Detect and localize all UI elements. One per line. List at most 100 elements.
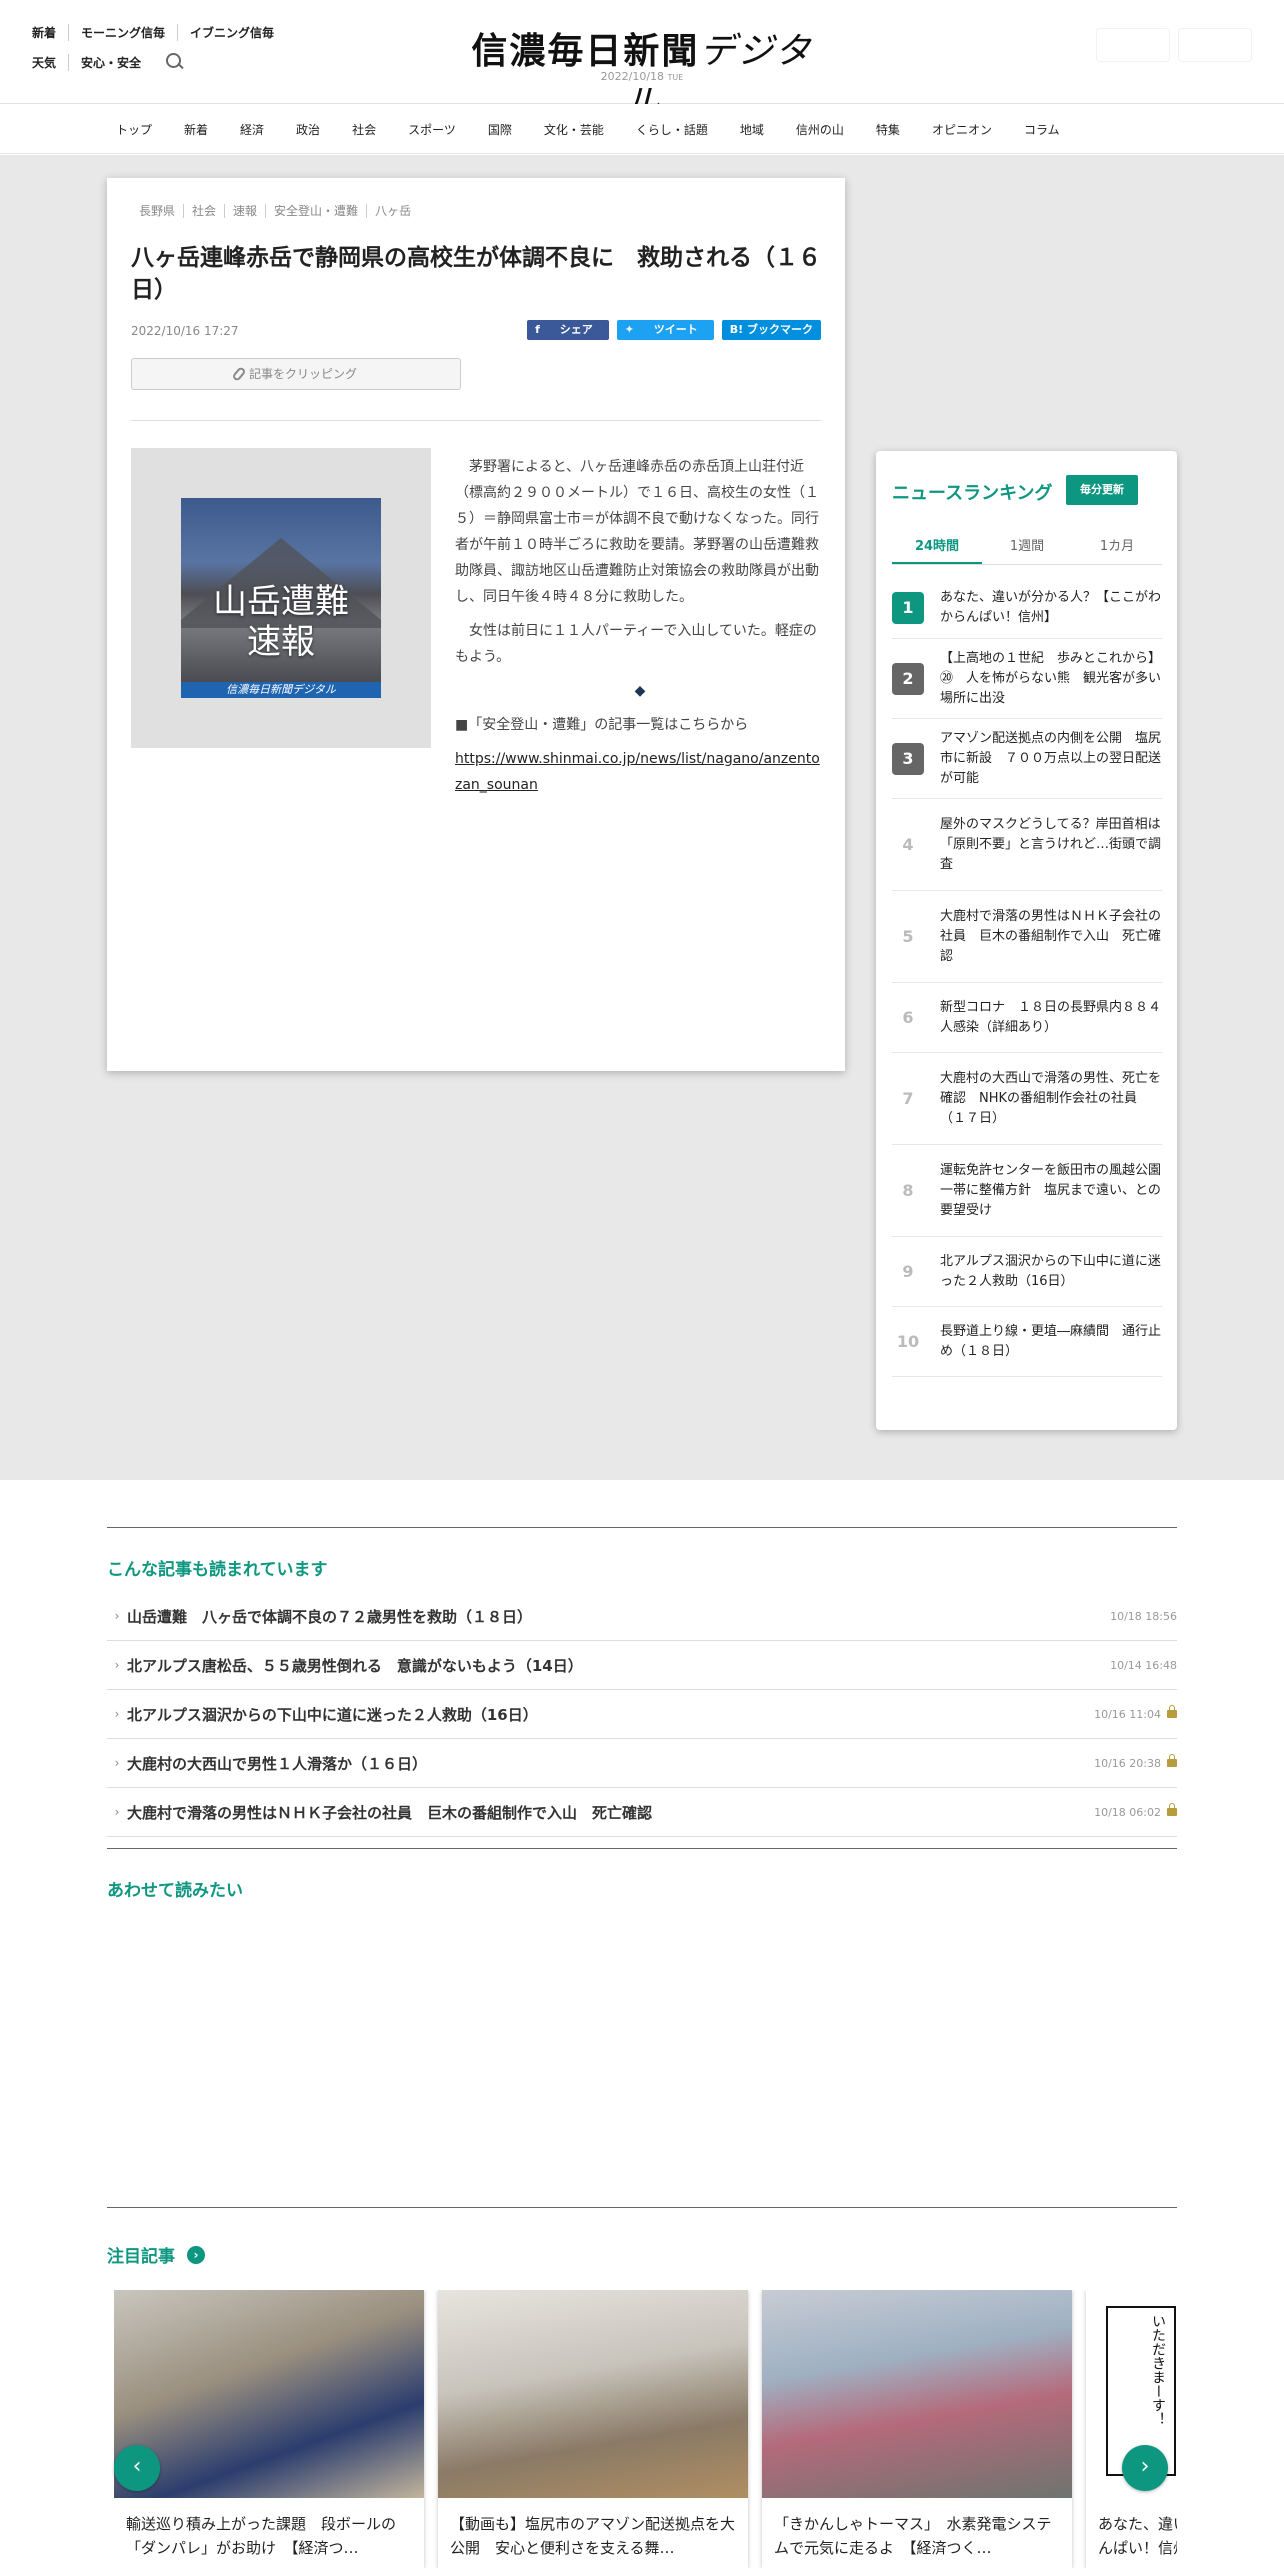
chevron-right-icon: › xyxy=(114,1707,120,1721)
nav-item[interactable]: 信州の山 xyxy=(780,121,860,138)
tab-1week[interactable]: 1週間 xyxy=(982,533,1072,564)
nav-item[interactable]: 特集 xyxy=(860,121,916,138)
card-image xyxy=(762,2290,1072,2498)
ranking-item-title: 【上高地の１世紀 歩みとこれから】⑳ 人を怖がらない熊 観光客が多い場所に出没 xyxy=(940,650,1162,706)
ranking-item[interactable]: 3 アマゾン配送拠点の内側を公開 塩尻市に新設 ７００万点以上の翌日配送が可能 xyxy=(892,719,1162,799)
nav-item-label: 社会 xyxy=(352,122,377,137)
popular-item[interactable]: › 大鹿村の大西山で男性１人滑落か（１６日） 10/16 20:38 xyxy=(107,1739,1177,1788)
facebook-share-button[interactable]: f シェア xyxy=(527,320,609,340)
tag-link[interactable]: 八ヶ岳 xyxy=(366,204,419,218)
ranking-number: 6 xyxy=(902,1007,914,1027)
article-paragraph: 茅野署によると、八ヶ岳連峰赤岳の赤岳頂上山荘付近（標高約２９００メートル）で１６… xyxy=(455,459,819,605)
article-url-link[interactable]: https://www.shinmai.co.jp/news/list/naga… xyxy=(455,746,825,798)
nav-item-label: 信州の山 xyxy=(795,122,844,137)
popular-item[interactable]: › 北アルプス唐松岳、５５歳男性倒れる 意識がないもよう（14日） 10/14 16… xyxy=(107,1641,1177,1690)
card-image xyxy=(114,2290,424,2498)
ranking-item-title: 屋外のマスクどうしてる？岸田首相は「原則不要」と言うけれど…街頭で調査 xyxy=(940,816,1162,872)
ranking-item[interactable]: 1 あなた、違いが分かる人？【ここがわからんぱい！信州】 xyxy=(892,577,1162,639)
chevron-right-icon[interactable]: › xyxy=(187,2245,205,2264)
nav-item[interactable]: くらし・話題 xyxy=(620,121,724,138)
ranking-item[interactable]: 8 運転免許センターを飯田市の風越公園一帯に整備方針 塩尻まで遠い、との要望受け xyxy=(892,1145,1162,1237)
nav-item-label: 文化・芸能 xyxy=(543,122,604,137)
featured-carousel: 輸送巡り積み上がった課題 段ボールの「ダンパレ」がお助け 【経済つ… 【動画も】… xyxy=(114,2290,1177,2568)
ranking-item-title: 運転免許センターを飯田市の風越公園一帯に整備方針 塩尻まで遠い、との要望受け xyxy=(940,1162,1162,1218)
popular-item-date: 10/16 20:38 xyxy=(1094,1756,1161,1770)
carousel-prev-button[interactable]: ‹ xyxy=(114,2445,160,2491)
popular-item[interactable]: › 山岳遭難 八ヶ岳で体調不良の７２歳男性を救助（１８日） 10/18 18:56 xyxy=(107,1592,1177,1641)
nav-item-label: 経済 xyxy=(240,122,265,137)
ranking-item-title: アマゾン配送拠点の内側を公開 塩尻市に新設 ７００万点以上の翌日配送が可能 xyxy=(940,730,1162,786)
facebook-share-label: シェア xyxy=(559,323,593,336)
ranking-number: 3 xyxy=(892,742,924,775)
nav-item[interactable]: 国際 xyxy=(472,121,528,138)
featured-title-text: 注目記事 xyxy=(107,2247,175,2267)
nav-item[interactable]: 政治 xyxy=(280,121,336,138)
article-photo[interactable]: 山岳遭難 速報 信濃毎日新聞デジタル xyxy=(181,498,381,698)
nav-item[interactable]: 地域 xyxy=(724,121,780,138)
nav-item[interactable]: コラム xyxy=(1008,121,1076,138)
tag-link[interactable]: 速報 xyxy=(224,204,265,218)
card-image xyxy=(438,2290,748,2498)
ranking-item[interactable]: 4 屋外のマスクどうしてる？岸田首相は「原則不要」と言うけれど…街頭で調査 xyxy=(892,799,1162,891)
nav-item[interactable]: スポーツ xyxy=(392,121,472,138)
twitter-share-button[interactable]: ✦ ツイート xyxy=(616,320,714,340)
article-list-link[interactable]: ■「安全登山・遭難」の記事一覧はこちらから xyxy=(455,712,825,738)
header-link-new[interactable]: 新着 xyxy=(32,24,68,41)
nav-item[interactable]: 新着 xyxy=(168,121,224,138)
ranking-item[interactable]: 2 【上高地の１世紀 歩みとこれから】⑳ 人を怖がらない熊 観光客が多い場所に出没 xyxy=(892,639,1162,719)
nav-item[interactable]: 文化・芸能 xyxy=(528,121,620,138)
tag-link[interactable]: 安全登山・遭難 xyxy=(265,204,366,218)
news-ranking: ニュースランキング 毎分更新 24時間 1週間 1カ月 1 あなた、違いが分かる人… xyxy=(876,451,1177,1430)
date-text: 2022/10/18 xyxy=(600,70,665,83)
nav-item[interactable]: 社会 xyxy=(336,121,392,138)
featured-card[interactable]: 「きかんしゃトーマス」 水素発電システムで元気に走るよ 【経済つく… xyxy=(762,2290,1072,2568)
ranking-tabs: 24時間 1週間 1カ月 xyxy=(892,533,1162,565)
popular-item[interactable]: › 大鹿村で滑落の男性はＮＨＫ子会社の社員 巨木の番組制作で入山 死亡確認 10/1… xyxy=(107,1788,1177,1837)
ranking-item[interactable]: 9 北アルプス涸沢からの下山中に道に迷った２人救助（16日） xyxy=(892,1237,1162,1307)
header-link-evening[interactable]: イブニング信毎 xyxy=(177,23,286,41)
header-button-right[interactable] xyxy=(1178,28,1252,62)
popular-list: › 山岳遭難 八ヶ岳で体調不良の７２歳男性を救助（１８日） 10/18 18:56 ›… xyxy=(107,1592,1177,1837)
article-paragraph: 女性は前日に１１人パーティーで入山していた。軽症のもよう。 xyxy=(455,623,817,665)
nav-item-label: 新着 xyxy=(184,122,209,137)
tab-24h[interactable]: 24時間 xyxy=(892,533,982,564)
tag-link[interactable]: 長野県 xyxy=(131,204,183,218)
popular-item[interactable]: › 北アルプス涸沢からの下山中に道に迷った２人救助（16日） 10/16 11:04 xyxy=(107,1690,1177,1739)
tag-link[interactable]: 社会 xyxy=(183,204,224,218)
search-icon[interactable] xyxy=(165,52,185,72)
share-buttons: f シェア ✦ ツイート B! ブックマーク xyxy=(519,320,821,340)
ranking-item[interactable]: 10 長野道上り線・更埴―麻績間 通行止め（１８日） xyxy=(892,1307,1162,1377)
featured-section-title: 注目記事 › xyxy=(107,2242,205,2267)
lock-icon xyxy=(1167,1754,1177,1767)
ranking-item-title: 長野道上り線・更埴―麻績間 通行止め（１８日） xyxy=(940,1323,1162,1359)
nav-item[interactable]: トップ xyxy=(100,121,168,138)
popular-item-title: 山岳遭難 八ヶ岳で体調不良の７２歳男性を救助（１８日） xyxy=(127,1607,533,1626)
article-date: 2022/10/16 17:27 xyxy=(131,324,239,338)
card-title: 【動画も】塩尻市のアマゾン配送拠点を大公開 安心と便利さを支える舞… xyxy=(450,2515,736,2557)
popular-section-title: こんな記事も読まれています xyxy=(107,1560,328,1580)
header-link-safety[interactable]: 安心・安全 xyxy=(68,53,153,71)
ranking-item[interactable]: 6 新型コロナ １８日の長野県内８８４人感染（詳細あり） xyxy=(892,983,1162,1053)
header-button-left[interactable] xyxy=(1096,28,1170,62)
popular-item-date: 10/16 11:04 xyxy=(1094,1707,1161,1721)
section-divider xyxy=(107,2207,1177,2208)
carousel-next-button[interactable]: › xyxy=(1122,2445,1168,2491)
diamond-separator: ◆ xyxy=(634,683,646,699)
lock-icon xyxy=(1167,1803,1177,1816)
hatena-bookmark-button[interactable]: B! ブックマーク xyxy=(721,320,821,340)
ranking-item-title: 北アルプス涸沢からの下山中に道に迷った２人救助（16日） xyxy=(940,1253,1161,1289)
nav-item-label: コラム xyxy=(1023,122,1060,137)
ranking-item[interactable]: 5 大鹿村で滑落の男性はＮＨＫ子会社の社員 巨木の番組制作で入山 死亡確認 xyxy=(892,891,1162,983)
header-link-morning[interactable]: モーニング信毎 xyxy=(68,23,177,41)
nav-item[interactable]: 経済 xyxy=(224,121,280,138)
ranking-item-title: 新型コロナ １８日の長野県内８８４人感染（詳細あり） xyxy=(940,999,1162,1035)
featured-card[interactable]: 【動画も】塩尻市のアマゾン配送拠点を大公開 安心と便利さを支える舞… xyxy=(438,2290,748,2568)
featured-card[interactable]: いただきまーす！ あなた、違いが分かる人？【ここがわからんぱい！信州】 xyxy=(1086,2290,1177,2568)
clip-article-button[interactable]: 記事をクリッピング xyxy=(131,358,461,390)
featured-card[interactable]: 輸送巡り積み上がった課題 段ボールの「ダンパレ」がお助け 【経済つ… xyxy=(114,2290,424,2568)
ranking-item[interactable]: 7 大鹿村の大西山で滑落の男性、死亡を確認 NHKの番組制作会社の社員（１７日） xyxy=(892,1053,1162,1145)
ranking-number: 7 xyxy=(902,1088,914,1108)
header-link-weather[interactable]: 天気 xyxy=(32,54,68,71)
tab-1month[interactable]: 1カ月 xyxy=(1072,533,1162,564)
nav-item[interactable]: オピニオン xyxy=(916,121,1008,138)
